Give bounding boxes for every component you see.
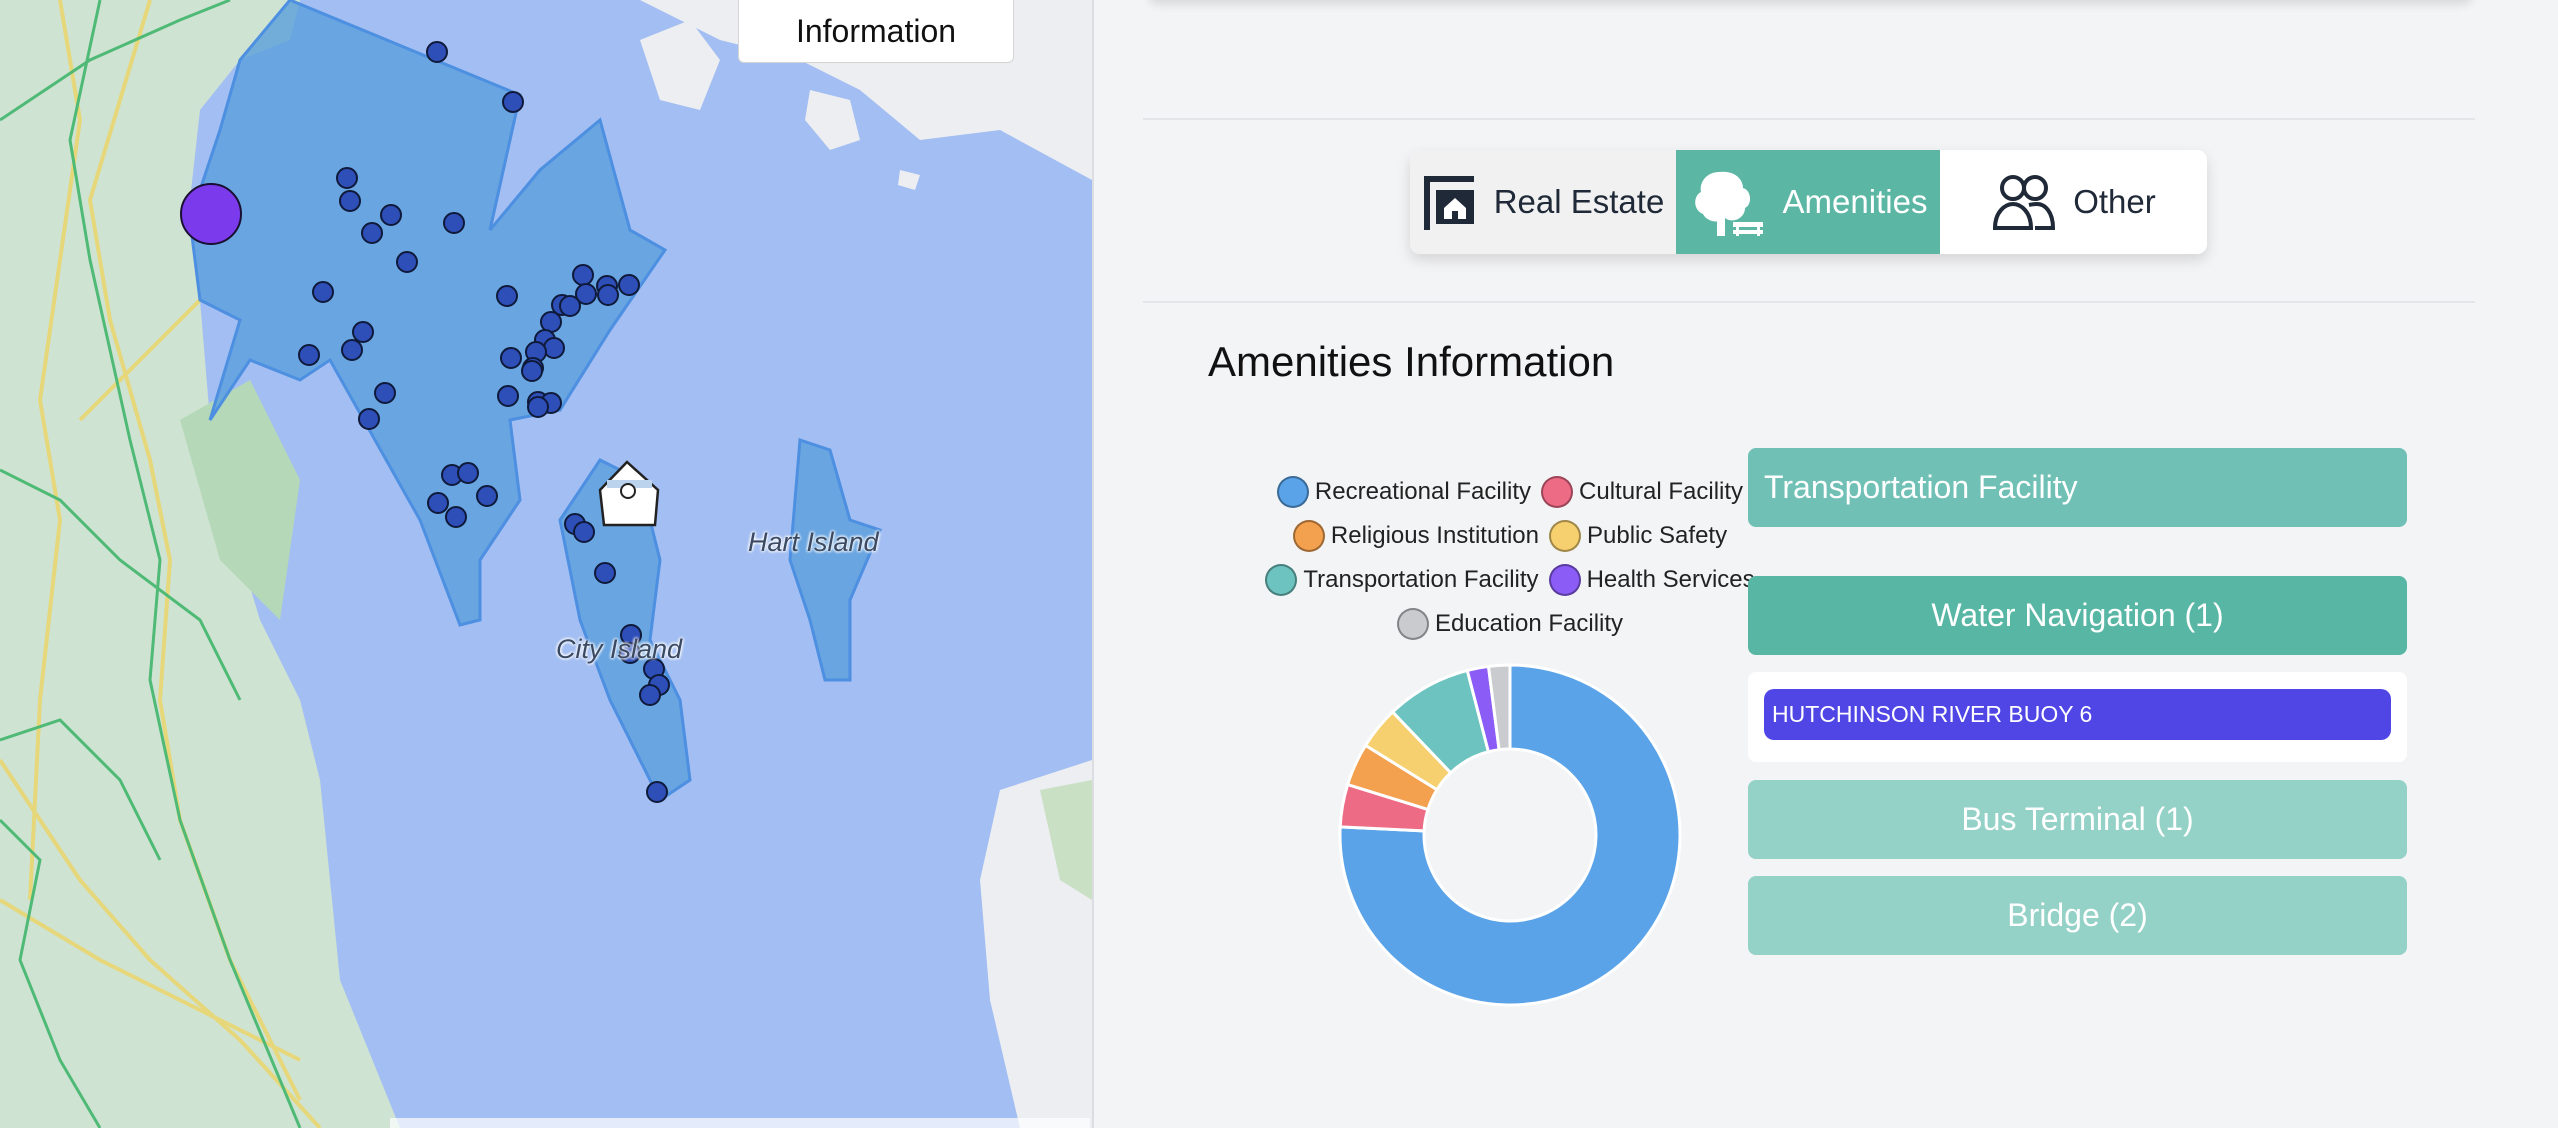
map-marker (527, 396, 549, 418)
map-marker (500, 347, 522, 369)
map-marker (497, 385, 519, 407)
map-marker (457, 462, 479, 484)
bus-terminal-button[interactable]: Bus Terminal (1) (1748, 780, 2407, 859)
map-marker (339, 190, 361, 212)
panel-divider (1092, 0, 1094, 1128)
legend-item[interactable]: Public Safety (1549, 520, 1727, 552)
people-icon (1993, 175, 2056, 230)
legend-swatch (1541, 476, 1574, 508)
legend-item[interactable]: Education Facility (1396, 608, 1624, 640)
legend-item[interactable]: Religious Institution (1292, 520, 1540, 552)
map-marker (298, 344, 320, 366)
map-marker (361, 222, 383, 244)
map-marker (336, 167, 358, 189)
map-marker (559, 295, 581, 317)
map-canvas[interactable] (0, 0, 1092, 1128)
information-button[interactable]: Information (738, 0, 1014, 63)
hart-island-label: Hart Island (748, 527, 879, 557)
list-item[interactable]: HUTCHINSON RIVER BUOY 6 (1764, 689, 2391, 740)
map-marker (540, 311, 562, 333)
map-marker (521, 360, 543, 382)
map-marker (573, 521, 595, 543)
tab-label: Real Estate (1493, 183, 1665, 220)
transportation-facility-header[interactable]: Transportation Facility (1748, 448, 2407, 527)
tab-real-estate[interactable]: Real Estate (1410, 150, 1676, 254)
legend-label: Religious Institution (1330, 522, 1540, 549)
bridge-button[interactable]: Bridge (2) (1748, 876, 2407, 955)
map-marker (380, 204, 402, 226)
legend-label: Public Safety (1587, 522, 1728, 549)
legend-label: Health Services (1586, 566, 1755, 593)
tab-amenities[interactable]: Amenities (1676, 150, 1940, 254)
category-tabbar: Real Estate Amenities Other (1410, 150, 2207, 254)
legend-swatch (1396, 608, 1429, 640)
legend-swatch (1548, 564, 1581, 596)
amenities-donut-chart[interactable] (1330, 655, 1690, 1015)
tab-label: Amenities (1782, 183, 1928, 220)
map-marker (639, 684, 661, 706)
city-island-label: City Island (556, 634, 683, 664)
map-marker (427, 492, 449, 514)
map-marker (646, 781, 668, 803)
tab-other[interactable]: Other (1940, 150, 2207, 254)
map-marker (618, 274, 640, 296)
map-marker (594, 562, 616, 584)
map-marker (597, 284, 619, 306)
legend-swatch (1276, 476, 1309, 508)
map-marker (502, 91, 524, 113)
map-marker (426, 41, 448, 63)
legend-label: Transportation Facility (1303, 566, 1539, 593)
legend-swatch (1265, 564, 1298, 596)
real-estate-sign-icon (1423, 176, 1474, 230)
chart-legend: Recreational Facility Cultural Facility … (1250, 470, 1770, 646)
legend-swatch (1292, 520, 1325, 552)
map-attribution-bar (390, 1118, 1090, 1128)
map-marker (543, 337, 565, 359)
legend-label: Cultural Facility (1579, 478, 1744, 505)
map-marker (341, 339, 363, 361)
legend-swatch (1549, 520, 1582, 552)
legend-label: Recreational Facility (1314, 478, 1532, 505)
selected-location-marker (180, 183, 242, 245)
map-marker (312, 281, 334, 303)
legend-label: Education Facility (1434, 610, 1624, 637)
tab-label: Other (2073, 183, 2156, 220)
divider (1143, 301, 2475, 303)
map-marker (476, 485, 498, 507)
map-marker (358, 408, 380, 430)
water-navigation-button[interactable]: Water Navigation (1) (1748, 576, 2407, 655)
legend-item[interactable]: Transportation Facility (1265, 564, 1539, 596)
divider (1143, 118, 2475, 120)
legend-item[interactable]: Health Services (1548, 564, 1755, 596)
legend-item[interactable]: Recreational Facility (1276, 476, 1532, 508)
map-marker (496, 285, 518, 307)
section-title: Amenities Information (1208, 338, 1615, 385)
map-panel[interactable]: Information Hart Island City Island (0, 0, 1092, 1128)
map-marker (374, 382, 396, 404)
map-marker (352, 321, 374, 343)
map-marker (396, 251, 418, 273)
map-marker (572, 264, 594, 286)
map-marker (443, 212, 465, 234)
legend-item[interactable]: Cultural Facility (1541, 476, 1743, 508)
tree-bench-icon (1694, 171, 1763, 236)
map-marker (445, 506, 467, 528)
